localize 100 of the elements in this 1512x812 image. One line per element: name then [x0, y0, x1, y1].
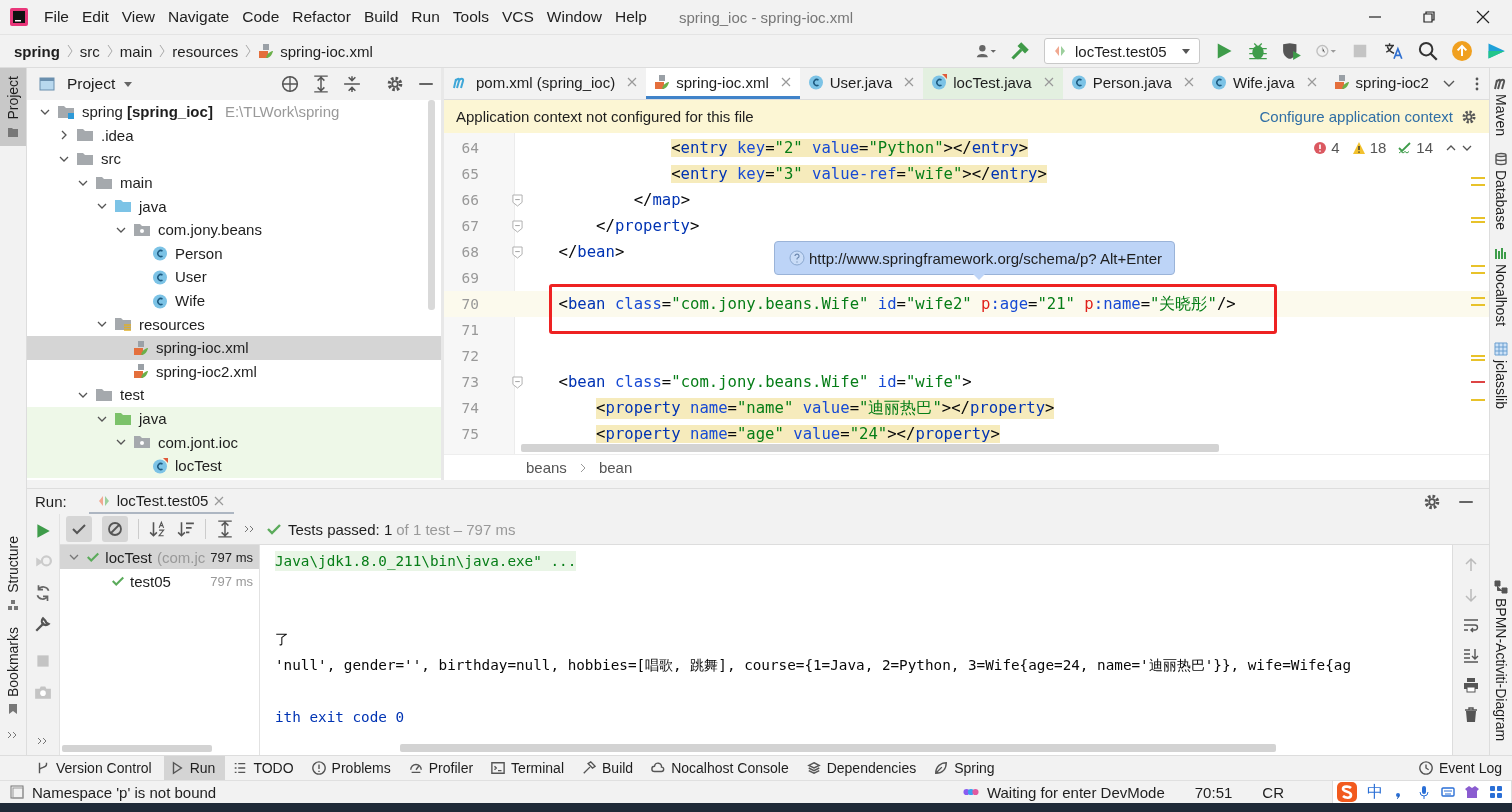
restore-icon[interactable] — [1422, 10, 1436, 24]
editor-tab[interactable]: spring-ioc.xml — [646, 68, 800, 99]
settings-icon[interactable] — [386, 75, 404, 93]
sort-alpha-icon[interactable] — [149, 520, 167, 538]
tool-window-button[interactable]: Project — [0, 68, 26, 146]
breadcrumb-item[interactable]: bean — [598, 459, 633, 476]
menu-item[interactable]: View — [116, 8, 164, 26]
menu-item[interactable]: Edit — [77, 8, 117, 26]
panel-title[interactable]: Project — [67, 75, 116, 93]
tree-item[interactable]: resources — [27, 312, 441, 336]
test-item[interactable]: test05 797 ms — [60, 569, 259, 593]
editor-tab[interactable]: Person.java — [1062, 68, 1203, 99]
crosshair-icon[interactable] — [281, 75, 299, 93]
run-configuration-dropdown[interactable]: locTest.test05 — [1044, 38, 1200, 64]
tool-window-tab[interactable]: Build — [576, 756, 644, 780]
tree-item[interactable]: java — [27, 406, 441, 431]
console-tab[interactable]: locTest.test05 — [88, 489, 235, 514]
tool-window-tab[interactable]: Dependencies — [800, 756, 927, 780]
chevron-right-icon[interactable] — [59, 130, 69, 141]
hammer-icon[interactable] — [1010, 41, 1030, 61]
breadcrumb-item[interactable]: spring-ioc.xml — [280, 42, 373, 60]
tool-window-button[interactable]: jclasslib — [1493, 342, 1509, 410]
editor-tab[interactable]: Wife.java — [1202, 68, 1326, 99]
print-icon[interactable] — [1463, 677, 1479, 693]
tool-window-button[interactable]: Database — [1493, 152, 1509, 230]
tree-item[interactable]: locTest — [27, 453, 441, 478]
tool-window-tab[interactable]: Run — [163, 756, 226, 780]
menu-item[interactable]: Help — [610, 8, 655, 26]
breadcrumb-item[interactable]: resources — [172, 42, 239, 60]
line-separator[interactable]: CR — [1262, 783, 1284, 801]
warning-icon[interactable] — [1351, 140, 1366, 155]
sort-duration-icon[interactable] — [177, 520, 195, 538]
tree-item[interactable]: User — [27, 265, 441, 289]
menu-item[interactable]: Run — [406, 8, 448, 26]
shirt-icon[interactable] — [1465, 785, 1479, 799]
tree-item[interactable]: main — [27, 170, 441, 195]
show-passed-toggle[interactable] — [66, 516, 92, 542]
toolbox-icon[interactable] — [1486, 41, 1506, 61]
trash-icon[interactable] — [1463, 707, 1479, 723]
refresh-icon[interactable] — [34, 584, 52, 602]
scroll-to-end-icon[interactable] — [1463, 647, 1479, 663]
tool-window-tab[interactable]: Terminal — [485, 756, 574, 780]
menu-item[interactable]: File — [39, 8, 77, 26]
tree-item[interactable]: com.jont.ioc — [27, 430, 441, 454]
configure-link[interactable]: Configure application context — [1259, 108, 1453, 125]
editor-tab[interactable]: spring-ioc2 — [1325, 68, 1438, 99]
menu-item[interactable]: Window — [541, 8, 610, 26]
tree-item[interactable]: spring-ioc.xml — [27, 335, 441, 360]
breadcrumb-item[interactable]: src — [79, 42, 100, 60]
microphone-icon[interactable] — [1417, 785, 1431, 799]
devmode-status[interactable]: Waiting for enter DevMode — [986, 783, 1165, 801]
tool-window-button[interactable]: Bookmarks — [0, 618, 26, 723]
wrap-icon[interactable] — [1463, 617, 1479, 633]
menu-item[interactable]: VCS — [496, 8, 542, 26]
menu-item[interactable]: Build — [358, 8, 407, 26]
tool-window-tab[interactable]: Nocalhost Console — [645, 756, 799, 780]
collapse-all-icon[interactable] — [343, 75, 361, 93]
coverage-icon[interactable] — [1282, 41, 1302, 61]
breadcrumb-item[interactable]: beans — [526, 459, 567, 476]
expand-all-icon[interactable] — [216, 520, 234, 538]
tree-item[interactable]: test — [27, 383, 441, 407]
tree-item[interactable]: src — [27, 147, 441, 171]
test-item[interactable]: locTest (com.jc 797 ms — [60, 545, 259, 569]
tool-window-tab[interactable]: Event Log — [1412, 756, 1512, 780]
debug-icon[interactable] — [1248, 41, 1268, 61]
menu-item[interactable]: Navigate — [163, 8, 238, 26]
tree-item[interactable]: spring-ioc2.xml — [27, 359, 441, 384]
editor-tab[interactable]: pom.xml (spring_ioc) — [444, 68, 647, 99]
tool-window-tab[interactable]: Version Control — [30, 756, 162, 780]
tree-item[interactable]: Wife — [27, 288, 441, 313]
search-icon[interactable] — [1418, 41, 1438, 61]
chevron-icon[interactable] — [244, 523, 256, 535]
settings-icon[interactable] — [1423, 492, 1441, 511]
chevron-icon[interactable] — [37, 735, 49, 747]
translate-icon[interactable] — [1384, 41, 1404, 61]
tool-window-tab[interactable]: Problems — [305, 756, 401, 780]
tree-item[interactable]: java — [27, 194, 441, 218]
scrollbar[interactable] — [400, 744, 1276, 752]
breadcrumb-item[interactable]: spring — [14, 42, 60, 60]
grid-icon[interactable] — [1489, 785, 1503, 799]
tool-window-tab[interactable]: Profiler — [402, 756, 484, 780]
input-language[interactable]: 中 — [1367, 781, 1383, 803]
run-icon[interactable] — [34, 522, 52, 540]
tree-item[interactable]: .idea — [27, 123, 441, 148]
scrollbar[interactable] — [521, 444, 1219, 452]
breadcrumb-item[interactable]: main — [119, 42, 153, 60]
warning-count[interactable]: 18 — [1369, 139, 1387, 156]
chevron-icon[interactable] — [7, 731, 19, 739]
show-ignored-toggle[interactable] — [102, 516, 128, 542]
caret-icon[interactable] — [123, 79, 134, 89]
keyboard-icon[interactable] — [1441, 785, 1455, 799]
menu-item[interactable]: Code — [237, 8, 288, 26]
input-method-logo-icon[interactable] — [1337, 782, 1357, 802]
typo-count[interactable]: 14 — [1416, 139, 1433, 156]
chevron-down-icon[interactable] — [68, 552, 79, 562]
close-icon[interactable] — [1476, 10, 1490, 24]
tool-window-button[interactable]: Maven — [1493, 76, 1509, 137]
editor-tab[interactable]: locTest.java — [923, 68, 1063, 99]
error-count[interactable]: 4 — [1331, 139, 1340, 156]
tree-item[interactable]: spring [spring_ioc] E:\TLWork\spring — [27, 100, 441, 124]
